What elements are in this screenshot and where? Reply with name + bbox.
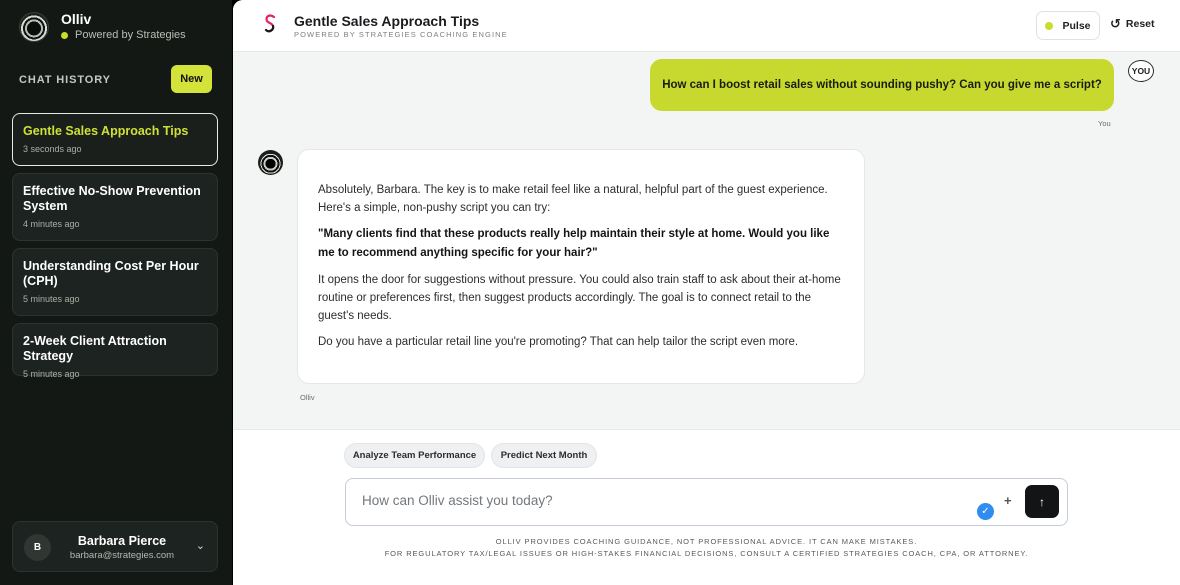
app-window: Olliv Powered by Strategies CHAT HISTORY… [0, 0, 1180, 585]
pulse-label: Pulse [1062, 19, 1091, 32]
chat-history-item[interactable]: Understanding Cost Per Hour (CPH) 5 minu… [12, 248, 218, 316]
user-email: barbara@strategies.com [69, 550, 175, 561]
user-profile-card[interactable]: B Barbara Pierce barbara@strategies.com … [12, 521, 218, 572]
assistant-paragraph: Do you have a particular retail line you… [318, 336, 799, 348]
assistant-message-bubble: Absolutely, Barbara. The key is to make … [297, 149, 865, 384]
chat-history-item[interactable]: 2-Week Client Attraction Strategy 5 minu… [12, 323, 218, 379]
chat-header: Gentle Sales Approach Tips POWERED BY ST… [233, 0, 1180, 52]
arrow-up-icon: ↑ [1039, 494, 1045, 509]
chat-history-item-active[interactable]: Gentle Sales Approach Tips 3 seconds ago [12, 113, 218, 166]
olliv-logo-icon [19, 12, 49, 42]
message-input-box: ✓ + ↑ [345, 478, 1068, 526]
suggestion-chip-analyze-team[interactable]: Analyze Team Performance [344, 443, 485, 468]
chat-item-title: Effective No-Show Prevention System [23, 184, 201, 213]
chat-item-title: 2-Week Client Attraction Strategy [23, 334, 167, 363]
strategies-s-logo-icon [264, 14, 276, 33]
user-name: Barbara Pierce [77, 534, 167, 548]
avatar: B [24, 534, 51, 561]
disclaimer-line-1: OLLIV PROVIDES COACHING GUIDANCE, NOT PR… [495, 537, 918, 546]
pulse-button[interactable]: Pulse [1036, 11, 1100, 40]
assistant-paragraph: It opens the door for suggestions withou… [318, 274, 841, 322]
chat-item-title: Understanding Cost Per Hour (CPH) [23, 259, 199, 288]
assistant-message-sender: Olliv [300, 393, 315, 402]
page-subtitle: POWERED BY STRATEGIES COACHING ENGINE [294, 30, 508, 39]
olliv-avatar-icon [258, 150, 283, 175]
chat-item-time: 3 seconds ago [23, 144, 82, 154]
chat-history-heading: CHAT HISTORY [19, 74, 111, 86]
page-title: Gentle Sales Approach Tips [294, 13, 480, 29]
brand-subtitle: Powered by Strategies [61, 28, 186, 43]
chat-item-time: 5 minutes ago [23, 369, 80, 379]
plus-icon[interactable]: + [1004, 493, 1012, 508]
user-avatar-badge: YOU [1128, 60, 1154, 82]
user-message-bubble: How can I boost retail sales without sou… [650, 59, 1114, 111]
reset-icon: ↺ [1110, 16, 1121, 31]
status-dot-icon [61, 32, 68, 39]
suggestion-chip-predict-month[interactable]: Predict Next Month [491, 443, 597, 468]
check-badge-icon: ✓ [977, 503, 994, 520]
composer: Analyze Team Performance Predict Next Mo… [233, 429, 1180, 585]
sidebar: Olliv Powered by Strategies CHAT HISTORY… [0, 0, 232, 585]
assistant-paragraph: Absolutely, Barbara. The key is to make … [318, 184, 828, 214]
chat-history-item[interactable]: Effective No-Show Prevention System 4 mi… [12, 173, 218, 241]
brand[interactable]: Olliv Powered by Strategies [19, 11, 186, 43]
chat-item-time: 5 minutes ago [23, 294, 80, 304]
status-dot-icon [1045, 21, 1054, 30]
user-message-sender: You [1098, 119, 1111, 128]
message-input[interactable] [362, 493, 922, 508]
chat-item-time: 4 minutes ago [23, 219, 80, 229]
brand-subtitle-text: Powered by Strategies [75, 29, 186, 41]
chat-item-title: Gentle Sales Approach Tips [23, 124, 189, 138]
send-button[interactable]: ↑ [1025, 485, 1059, 518]
brand-name: Olliv [61, 11, 92, 27]
reset-button[interactable]: ↺ Reset [1110, 16, 1155, 31]
new-chat-button[interactable]: New [171, 65, 212, 93]
chevron-down-icon[interactable]: ⌄ [196, 539, 205, 552]
disclaimer-line-2: FOR REGULATORY TAX/LEGAL ISSUES OR HIGH-… [384, 549, 1029, 558]
assistant-script-quote: "Many clients find that these products r… [318, 228, 830, 259]
reset-label: Reset [1125, 18, 1155, 30]
main-panel: Gentle Sales Approach Tips POWERED BY ST… [233, 0, 1180, 585]
